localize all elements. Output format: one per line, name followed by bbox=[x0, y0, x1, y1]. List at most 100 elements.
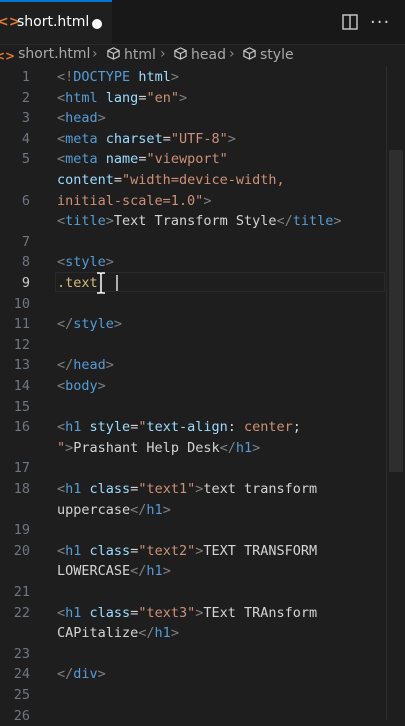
tab-title: short.html bbox=[17, 14, 90, 30]
code-line: <meta name="viewport" bbox=[57, 149, 228, 170]
code-editor[interactable]: 1 2 3 4 5 6 7 8 9 10 11 12 13 14 15 16 17 18 19 20 21 22 23 24 2… bbox=[0, 66, 405, 724]
code-token: </ bbox=[138, 625, 155, 642]
more-actions-icon[interactable]: ··· bbox=[370, 12, 390, 33]
code-line: <head> bbox=[57, 108, 106, 129]
line-number: 15 bbox=[13, 398, 30, 415]
code-token: initial-scale=1.0" bbox=[57, 192, 204, 209]
code-line: <h1 class="text2">TEXT TRANSFORM bbox=[57, 541, 317, 562]
code-token: < bbox=[57, 110, 66, 127]
code-token: title bbox=[292, 213, 334, 230]
chevron-right-icon: › bbox=[160, 46, 166, 62]
code-token: html bbox=[65, 89, 98, 106]
line-number: 22 bbox=[13, 604, 30, 621]
code-token: "width=device-width, bbox=[122, 172, 285, 188]
code-line: <title>Text Transform Style</title> bbox=[57, 211, 342, 232]
code-line: CAPitalize</h1> bbox=[57, 623, 179, 644]
code-token: </ bbox=[57, 316, 74, 333]
html-file-icon: <> bbox=[0, 49, 16, 63]
code-token: body bbox=[65, 378, 98, 394]
breadcrumb-item-file[interactable]: <> short.html bbox=[0, 46, 90, 63]
code-token: Prashant Help Desk bbox=[73, 439, 220, 456]
code-token: content bbox=[57, 172, 114, 188]
code-token: "en" bbox=[146, 89, 179, 106]
code-token: class bbox=[89, 481, 131, 497]
breadcrumb: <> short.html › html › head › style bbox=[0, 44, 405, 68]
code-line: ">Prashant Help Desk</h1> bbox=[57, 438, 260, 459]
symbol-element-icon bbox=[174, 47, 187, 60]
scrollbar-thumb[interactable] bbox=[389, 150, 403, 472]
split-editor-icon[interactable] bbox=[342, 14, 358, 30]
breadcrumb-item-style[interactable]: style bbox=[242, 46, 294, 63]
chevron-right-icon: › bbox=[229, 46, 235, 62]
code-token: html bbox=[138, 69, 171, 85]
code-token: title bbox=[65, 213, 106, 230]
line-number: 20 bbox=[13, 542, 30, 559]
breadcrumb-item-html[interactable]: html bbox=[106, 46, 156, 63]
code-line: <html lang="en"> bbox=[57, 88, 187, 109]
code-token: uppercase bbox=[57, 501, 131, 518]
unsaved-dot-icon[interactable] bbox=[92, 19, 102, 29]
code-token: </ bbox=[130, 501, 147, 518]
code-token: > bbox=[170, 625, 179, 642]
code-token: Text Transform Style bbox=[113, 213, 277, 230]
code-token: > bbox=[170, 69, 179, 85]
code-token: class bbox=[89, 604, 131, 621]
code-line: </head> bbox=[57, 355, 114, 376]
code-line: </div> bbox=[57, 664, 106, 685]
code-token: ; bbox=[292, 419, 301, 436]
code-token: .text bbox=[57, 275, 98, 291]
code-token: > bbox=[227, 130, 236, 147]
breadcrumb-item-head[interactable]: head bbox=[173, 46, 226, 63]
line-number: 12 bbox=[13, 336, 30, 353]
code-token: < bbox=[57, 130, 66, 147]
code-token: < bbox=[57, 542, 66, 559]
line-number: 13 bbox=[13, 357, 30, 374]
code-token: TEXT TRANSFORM bbox=[203, 542, 318, 559]
code-token: = bbox=[162, 130, 171, 147]
code-token: <! bbox=[57, 69, 74, 85]
code-token: " bbox=[57, 439, 66, 456]
code-token: > bbox=[97, 666, 106, 683]
code-line: LOWERCASE</h1> bbox=[57, 561, 171, 582]
code-token: </ bbox=[57, 666, 74, 683]
line-number: 26 bbox=[13, 707, 30, 724]
breadcrumb-label: head bbox=[191, 47, 226, 63]
code-token: charset bbox=[105, 130, 163, 147]
code-token: lang bbox=[105, 89, 139, 106]
code-token: = bbox=[113, 172, 123, 188]
code-token: "text2" bbox=[138, 542, 196, 559]
code-token: h1 bbox=[65, 419, 82, 436]
line-number: 23 bbox=[13, 645, 30, 662]
code-line: <h1 style="text-align: center; bbox=[57, 417, 301, 438]
code-token: < bbox=[57, 481, 66, 497]
breadcrumb-label: style bbox=[260, 47, 294, 63]
code-token: > bbox=[203, 192, 212, 209]
code-token: h1 bbox=[146, 563, 163, 580]
code-line: </style> bbox=[57, 314, 122, 335]
code-token: h1 bbox=[146, 501, 163, 518]
line-number: 1 bbox=[21, 69, 30, 85]
code-token: > bbox=[97, 378, 106, 394]
tab-short-html[interactable]: <> short.html bbox=[0, 0, 112, 44]
code-token: style bbox=[73, 316, 114, 333]
chevron-right-icon: › bbox=[92, 46, 98, 62]
line-number: 4 bbox=[21, 130, 30, 147]
code-token: > bbox=[252, 439, 261, 456]
code-token: LOWERCASE bbox=[57, 563, 131, 580]
code-token: > bbox=[105, 213, 114, 230]
code-token: meta bbox=[65, 151, 98, 168]
code-token: meta bbox=[65, 130, 98, 147]
code-token: center bbox=[244, 419, 293, 436]
line-number: 18 bbox=[13, 481, 30, 497]
code-token: < bbox=[57, 89, 66, 106]
code-line: <h1 class="text3">TExt TRAnsform bbox=[57, 603, 317, 624]
line-number: 7 bbox=[21, 233, 30, 250]
code-token: "text3" bbox=[138, 604, 196, 621]
code-token: > bbox=[162, 563, 171, 580]
code-token: > bbox=[178, 89, 188, 106]
code-token: < bbox=[57, 419, 66, 436]
